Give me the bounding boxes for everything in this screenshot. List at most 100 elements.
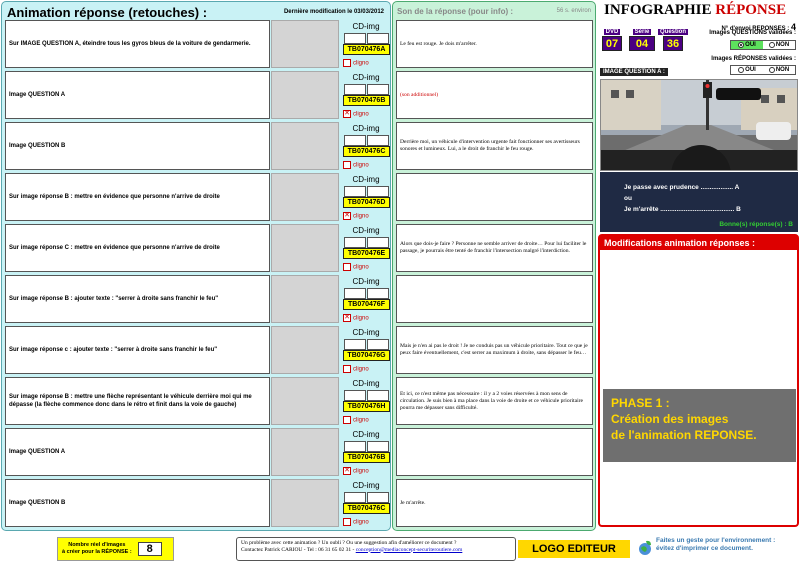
image-slot[interactable] (271, 275, 339, 323)
radio-oui-responses[interactable]: OUI (731, 66, 763, 74)
title-highlight: RÉPONSE (715, 2, 787, 18)
blink-option[interactable]: ✕ cligno (343, 212, 390, 220)
sound-text[interactable]: Derrière moi, un véhicule d'intervention… (396, 122, 593, 170)
cd-input-1[interactable] (344, 186, 366, 197)
row-description[interactable]: Sur IMAGE QUESTION A, éteindre tous les … (5, 20, 270, 68)
image-slot[interactable] (271, 173, 339, 221)
image-slot[interactable] (271, 479, 339, 527)
cd-img-block: CD-img TB070476D ✕ cligno (342, 173, 390, 221)
blink-checkbox[interactable]: ✕ (343, 467, 351, 475)
sound-text[interactable]: Mais je n'en ai pas le droit ! Je ne con… (396, 326, 593, 374)
blink-checkbox[interactable] (343, 416, 351, 424)
cd-input-2[interactable] (367, 390, 389, 401)
blink-option[interactable]: cligno (343, 59, 390, 67)
row-description[interactable]: Sur image réponse B : mettre une flèche … (5, 377, 270, 425)
blink-checkbox[interactable] (343, 59, 351, 67)
cd-input-1[interactable] (344, 288, 366, 299)
cd-input-1[interactable] (344, 237, 366, 248)
blink-checkbox[interactable]: ✕ (343, 212, 351, 220)
blink-option[interactable]: cligno (343, 161, 390, 169)
row-description[interactable]: Image QUESTION B (5, 479, 270, 527)
row-description[interactable]: Image QUESTION A (5, 428, 270, 476)
cd-input-1[interactable] (344, 339, 366, 350)
blink-checkbox[interactable] (343, 263, 351, 271)
image-question-label: IMAGE QUESTION A : (600, 68, 668, 76)
radio-non-responses[interactable]: NON (763, 66, 795, 74)
environment-notice: Faites un geste pour l'environnement : é… (636, 537, 800, 561)
cd-input-1[interactable] (344, 135, 366, 146)
cd-input-2[interactable] (367, 33, 389, 44)
cd-input-2[interactable] (367, 186, 389, 197)
row-description[interactable]: Image QUESTION B (5, 122, 270, 170)
blink-option[interactable]: cligno (343, 518, 390, 526)
cd-input-1[interactable] (344, 441, 366, 452)
serie-field: Série 04 (629, 29, 655, 51)
cd-input-1[interactable] (344, 390, 366, 401)
image-slot[interactable] (271, 20, 339, 68)
image-count-value[interactable]: 8 (137, 542, 162, 556)
image-count-box: Nombre réel d'images à créer pour la RÉPO… (57, 537, 174, 561)
blink-label: cligno (353, 366, 369, 373)
cd-input-2[interactable] (367, 288, 389, 299)
blink-checkbox[interactable] (343, 365, 351, 373)
responses-validated-label: Images RÉPONSES validées : (711, 56, 796, 62)
image-slot[interactable] (271, 377, 339, 425)
title-part: INFOGRAPHIE (604, 2, 716, 18)
count-label-1: Nombre réel d'images (68, 542, 126, 548)
row-description[interactable]: Sur image réponse C : mettre en évidence… (5, 224, 270, 272)
image-slot[interactable] (271, 326, 339, 374)
cd-input-2[interactable] (367, 237, 389, 248)
row-description[interactable]: Sur image réponse B : ajouter texte : "s… (5, 275, 270, 323)
image-slot[interactable] (271, 428, 339, 476)
cd-input-1[interactable] (344, 84, 366, 95)
blink-checkbox[interactable]: ✕ (343, 314, 351, 322)
image-slot[interactable] (271, 71, 339, 119)
cd-input-2[interactable] (367, 84, 389, 95)
blink-label: cligno (353, 111, 369, 118)
blink-option[interactable]: ✕ cligno (343, 314, 390, 322)
question-label: Question (657, 29, 688, 35)
image-code: TB070476B (343, 452, 390, 463)
sound-text[interactable] (396, 428, 593, 476)
image-slot[interactable] (271, 224, 339, 272)
blink-checkbox[interactable]: ✕ (343, 110, 351, 118)
sound-text[interactable]: Et ici, ce n'est même pas nécessaire : i… (396, 377, 593, 425)
row-description[interactable]: Sur image réponse c : ajouter texte : "s… (5, 326, 270, 374)
dvd-label: DVD (603, 29, 621, 35)
table-row: Sur image réponse B : mettre en évidence… (5, 173, 390, 221)
blink-option[interactable]: cligno (343, 416, 390, 424)
blink-option[interactable]: ✕ cligno (343, 467, 390, 475)
question-value[interactable]: 36 (663, 36, 683, 51)
blink-option[interactable]: ✕ cligno (343, 110, 390, 118)
cd-img-block: CD-img TB070476A cligno (342, 20, 390, 68)
row-description[interactable]: Image QUESTION A (5, 71, 270, 119)
cd-input-1[interactable] (344, 492, 366, 503)
sound-text[interactable]: Le feu est rouge. Je dois m'arrêter. (396, 20, 593, 68)
sound-text[interactable]: Je m'arrête. (396, 479, 593, 527)
sound-text[interactable]: (son additionnel) (396, 71, 593, 119)
row-description[interactable]: Sur image réponse B : mettre en évidence… (5, 173, 270, 221)
cd-input-1[interactable] (344, 33, 366, 44)
blink-option[interactable]: cligno (343, 365, 390, 373)
questions-validated-label: Images QUESTIONS validées : (709, 30, 796, 36)
blink-label: cligno (353, 417, 369, 424)
cd-input-2[interactable] (367, 339, 389, 350)
sound-text[interactable] (396, 275, 593, 323)
sound-text[interactable] (396, 173, 593, 221)
cd-input-2[interactable] (367, 135, 389, 146)
cd-input-2[interactable] (367, 441, 389, 452)
blink-checkbox[interactable] (343, 518, 351, 526)
contact-line-2: Contactez Patrick CARIOU - Tel : 06 31 6… (241, 546, 355, 553)
cd-input-2[interactable] (367, 492, 389, 503)
serie-value[interactable]: 04 (629, 36, 655, 51)
image-slot[interactable] (271, 122, 339, 170)
blink-option[interactable]: cligno (343, 263, 390, 271)
radio-label: OUI (745, 67, 756, 73)
radio-oui-questions[interactable]: OUI (731, 41, 763, 49)
blink-checkbox[interactable] (343, 161, 351, 169)
radio-non-questions[interactable]: NON (763, 41, 795, 49)
sound-text[interactable]: Alors que dois-je faire ? Personne ne se… (396, 224, 593, 272)
answer-box: Je passe avec prudence .................… (600, 172, 798, 232)
dvd-value[interactable]: 07 (602, 36, 622, 51)
contact-email-link[interactable]: conception@mediaconcept-securiteroutiere… (356, 547, 463, 553)
